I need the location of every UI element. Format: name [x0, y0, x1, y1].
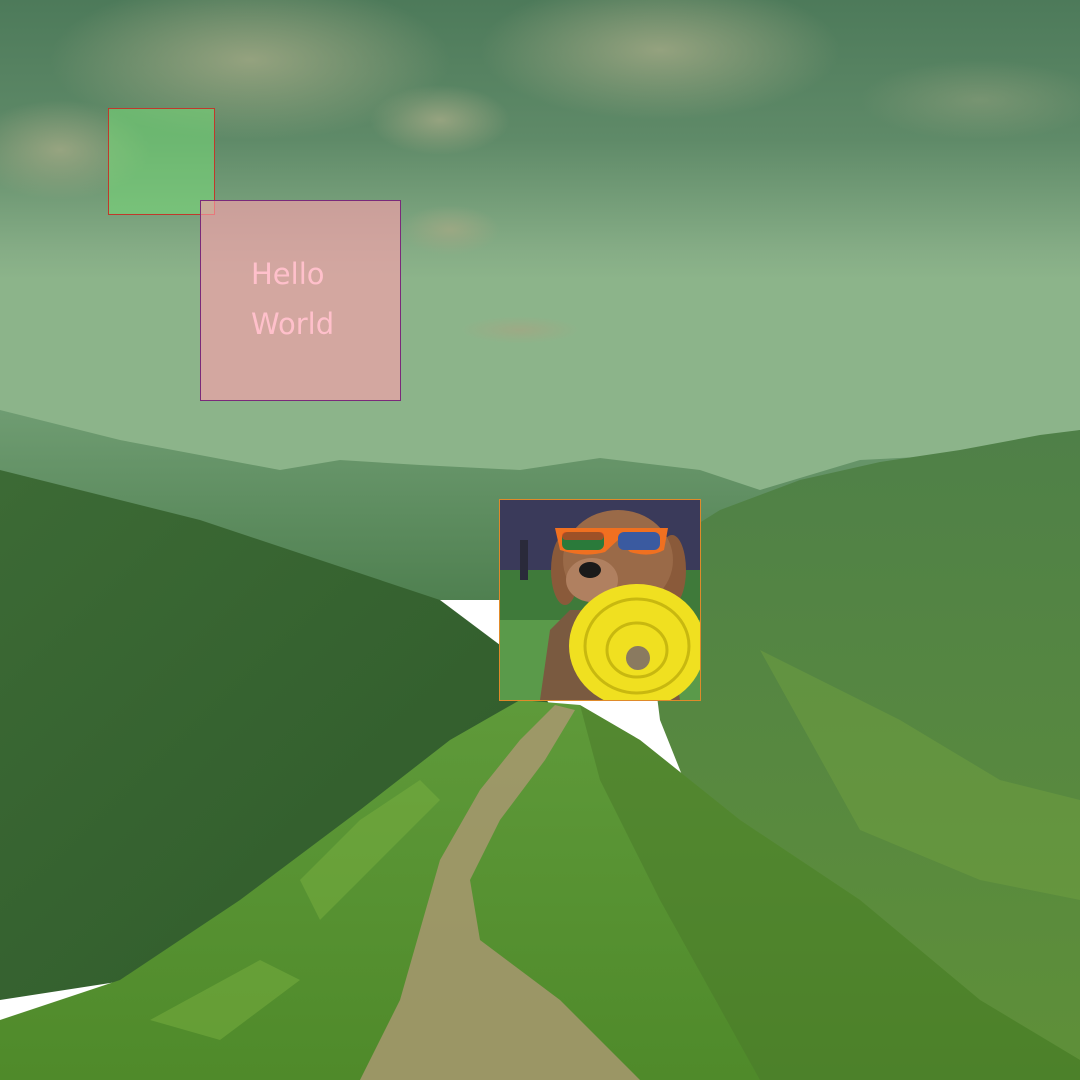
hello-world-text: Hello World [251, 249, 334, 349]
hello-text: Hello [251, 257, 325, 291]
dog-photo [500, 500, 700, 700]
world-text: World [251, 307, 335, 341]
green-translucent-square [108, 108, 215, 215]
canvas: Hello World [0, 0, 1080, 1080]
hello-world-box: Hello World [200, 200, 401, 401]
dog-with-frisbee-image [499, 499, 701, 701]
